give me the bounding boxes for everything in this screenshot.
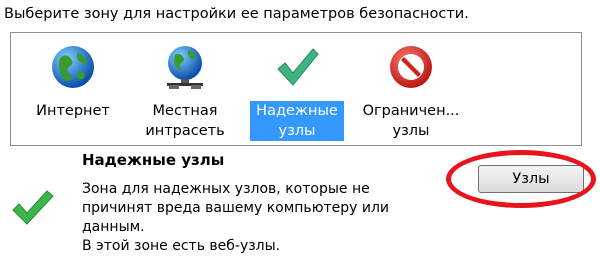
zone-trusted-sites-label: Надежные узлы (250, 101, 344, 141)
zone-internet[interactable]: Интернет (21, 41, 125, 141)
zone-details-description: Зона для надежных узлов, которые не прич… (82, 181, 390, 254)
zone-details-title: Надежные узлы (82, 151, 225, 169)
globe-icon (52, 46, 94, 88)
checkmark-icon (277, 48, 319, 86)
zone-restricted-sites[interactable]: Ограничен... узлы (359, 41, 463, 141)
zone-internet-label: Интернет (36, 103, 110, 119)
zone-list: Интернет Местная интрасеть Надежные узлы (10, 32, 582, 146)
zone-trusted-sites[interactable]: Надежные узлы (245, 41, 349, 141)
sites-button[interactable]: Узлы (478, 165, 584, 193)
zone-local-intranet[interactable]: Местная интрасеть (133, 41, 237, 141)
zone-restricted-sites-label: Ограничен... узлы (362, 103, 460, 139)
instruction-text: Выберите зону для настройки ее параметро… (4, 6, 469, 22)
checkmark-icon (12, 190, 54, 225)
zone-local-intranet-label: Местная интрасеть (145, 103, 225, 139)
globe-network-icon (167, 46, 203, 89)
no-entry-icon (390, 46, 432, 88)
